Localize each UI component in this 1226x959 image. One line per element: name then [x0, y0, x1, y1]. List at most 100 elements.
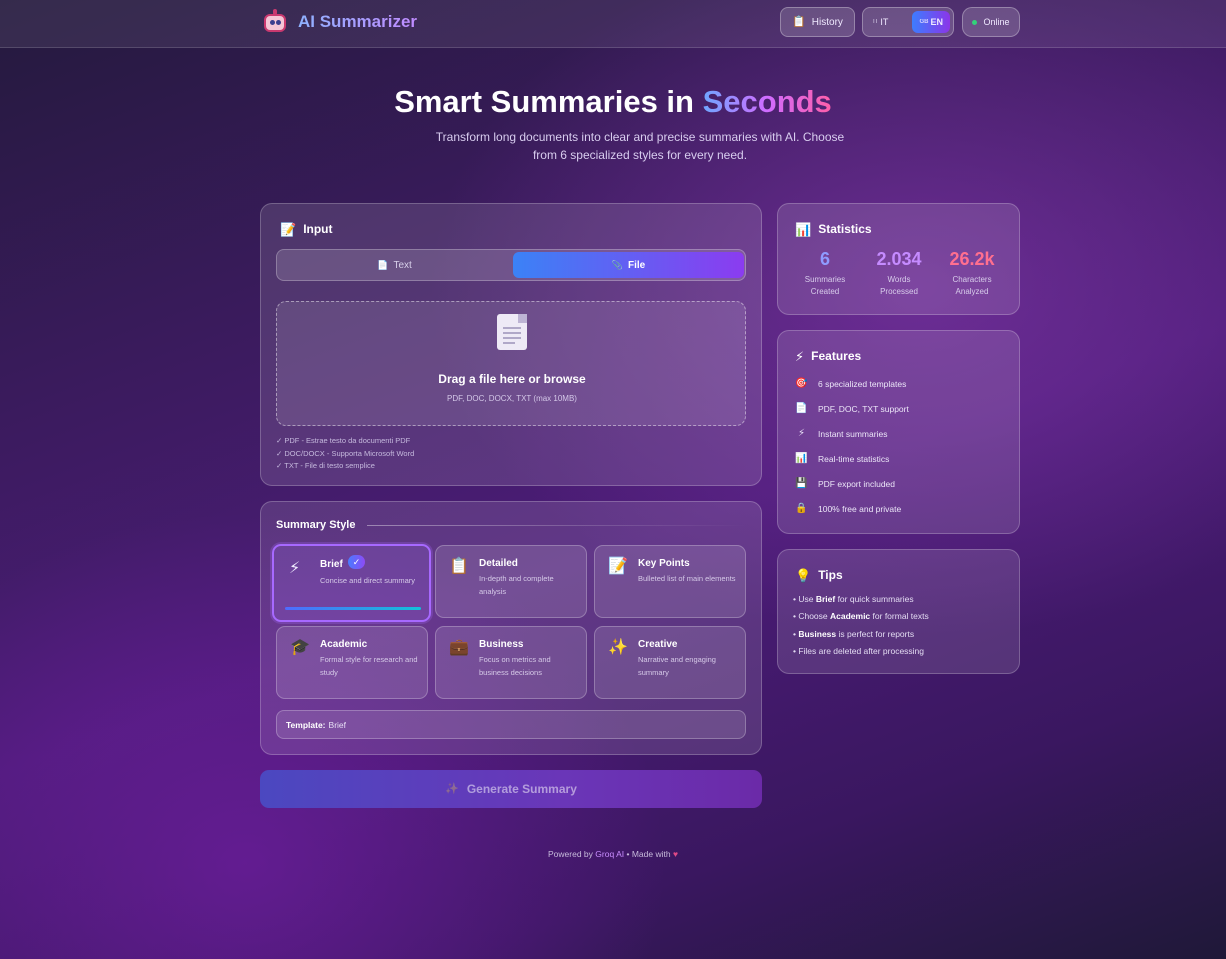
tab-text-label: Text	[393, 259, 412, 271]
selected-indicator-bar	[285, 607, 421, 610]
summary-style-title: Summary Style	[276, 519, 356, 531]
history-button[interactable]: 📋 History	[780, 7, 855, 37]
option-name: Brief	[320, 559, 343, 570]
statistics-title-label: Statistics	[818, 222, 872, 236]
feature-label: PDF export included	[818, 479, 896, 489]
feature-item: 💾 PDF export included	[795, 478, 896, 490]
lock-icon: 🔒	[795, 503, 808, 514]
input-card: 📝 Input 📄 Text 📎 File Drag a file here o…	[260, 203, 762, 486]
tip-item: • Business is perfect for reports	[793, 629, 915, 639]
heart-icon: ♥	[672, 849, 678, 859]
style-option-academic[interactable]: 🎓 Academic Formal style for research and…	[276, 626, 428, 699]
stat-characters: 26.2k Characters Analyzed	[937, 249, 1007, 298]
option-name: Key Points	[638, 558, 690, 569]
style-option-brief[interactable]: ⚡ Brief ✓ Concise and direct summary	[272, 544, 431, 622]
feature-item: 📊 Real-time statistics	[795, 453, 889, 465]
feature-label: 100% free and private	[818, 504, 902, 514]
document-icon: 📄	[795, 403, 808, 414]
footer-made: • Made with	[626, 849, 671, 859]
style-option-creative[interactable]: ✨ Creative Narrative and engaging summar…	[594, 626, 746, 699]
option-desc: Bulleted list of main elements	[638, 574, 736, 583]
lang-it-button[interactable]: IT IT	[866, 11, 895, 33]
option-desc: In-depth and complete analysis	[479, 574, 554, 596]
tips-title-label: Tips	[818, 568, 843, 582]
hero-title: Smart Summaries in Seconds	[0, 84, 1226, 120]
tab-text[interactable]: 📄 Text	[279, 252, 510, 278]
lang-it-label: IT	[880, 17, 889, 27]
feature-label: Instant summaries	[818, 429, 888, 439]
footer: Powered by Groq AI • Made with ♥	[0, 849, 1226, 859]
flag-it-icon: IT	[873, 19, 879, 25]
dropzone-title: Drag a file here or browse	[438, 372, 586, 386]
feature-item: 🎯 6 specialized templates	[795, 379, 907, 390]
groq-link[interactable]: Groq AI	[595, 849, 624, 859]
clipboard-icon: 📋	[449, 558, 469, 575]
lang-en-button[interactable]: GB EN	[912, 11, 950, 33]
hero-subtitle: Transform long documents into clear and …	[435, 130, 845, 162]
memo-icon: 📝	[608, 558, 628, 575]
status-label: Online	[983, 17, 1010, 27]
input-tabs: 📄 Text 📎 File	[276, 249, 746, 281]
lightning-icon: ⚡	[795, 348, 805, 364]
history-label: History	[811, 16, 843, 28]
features-title-label: Features	[811, 349, 862, 363]
generate-summary-button[interactable]: ✨ Generate Summary	[260, 770, 762, 808]
top-navbar: AI Summarizer 📋 History IT IT GB EN Onli…	[0, 0, 1226, 48]
robot-logo-icon	[262, 9, 288, 35]
memo-icon: 📝	[280, 221, 297, 237]
graduation-cap-icon: 🎓	[290, 639, 310, 656]
stat-label: Characters Analyzed	[952, 275, 992, 296]
stat-value: 26.2k	[949, 249, 995, 269]
lightning-icon: ⚡	[289, 560, 301, 577]
brand[interactable]: AI Summarizer	[262, 9, 417, 35]
stat-label: Words Processed	[880, 275, 918, 296]
stat-words: 2.034 Words Processed	[864, 249, 934, 298]
lightning-icon: ⚡	[797, 428, 806, 439]
template-value: Brief	[328, 719, 347, 730]
tip-item: • Choose Academic for formal texts	[793, 611, 929, 621]
document-icon: 📄	[377, 259, 389, 270]
sparkles-icon: ✨	[445, 782, 459, 795]
flag-gb-icon: GB	[919, 19, 929, 25]
bar-chart-icon: 📊	[795, 453, 808, 464]
tab-file-label: File	[627, 259, 646, 271]
stat-value: 2.034	[876, 249, 922, 269]
template-label: Template:	[286, 719, 326, 730]
lightbulb-icon: 💡	[795, 567, 812, 583]
brand-title: AI Summarizer	[298, 12, 418, 31]
language-switcher: IT IT GB EN	[862, 7, 954, 37]
option-desc: Concise and direct summary	[320, 576, 416, 585]
supported-formats-list: ✓ PDF - Estrae testo da documenti PDF ✓ …	[276, 435, 414, 473]
feature-item: ⚡ Instant summaries	[795, 428, 888, 440]
style-option-detailed[interactable]: 📋 Detailed In-depth and complete analysi…	[435, 545, 587, 618]
tab-file[interactable]: 📎 File	[513, 252, 744, 278]
paperclip-icon: 📎	[611, 259, 623, 270]
style-option-business[interactable]: 💼 Business Focus on metrics and business…	[435, 626, 587, 699]
clipboard-icon: 📋	[792, 15, 806, 28]
statistics-card: 📊 Statistics 6 Summaries Created 2.034 Wo…	[777, 203, 1020, 315]
sparkles-icon: ✨	[608, 639, 628, 656]
option-desc: Narrative and engaging summary	[638, 655, 716, 677]
divider	[367, 525, 747, 526]
tips-card: 💡 Tips • Use Brief for quick summaries •…	[777, 549, 1020, 674]
option-name: Academic	[320, 639, 368, 650]
generate-label: Generate Summary	[466, 782, 577, 796]
stat-summaries: 6 Summaries Created	[790, 249, 860, 298]
hero-title-main: Smart Summaries in	[394, 84, 703, 119]
option-name: Detailed	[479, 558, 518, 569]
status-badge: Online	[962, 7, 1020, 37]
style-option-key-points[interactable]: 📝 Key Points Bulleted list of main eleme…	[594, 545, 746, 618]
stat-value: 6	[819, 249, 830, 269]
support-item: ✓ PDF - Estrae testo da documenti PDF	[276, 436, 411, 445]
floppy-disk-icon: 💾	[795, 478, 808, 489]
option-desc: Formal style for research and study	[320, 655, 418, 677]
tips-title: 💡 Tips	[795, 568, 843, 582]
summary-style-card: Summary Style ⚡ Brief ✓ Concise and dire…	[260, 501, 762, 755]
check-icon: ✓	[348, 555, 365, 569]
stat-label: Summaries Created	[804, 275, 846, 296]
tip-item: • Use Brief for quick summaries	[793, 594, 914, 604]
feature-label: 6 specialized templates	[818, 379, 907, 389]
briefcase-icon: 💼	[449, 639, 469, 656]
lang-en-label: EN	[930, 17, 943, 27]
file-dropzone[interactable]: Drag a file here or browse PDF, DOC, DOC…	[276, 301, 746, 426]
